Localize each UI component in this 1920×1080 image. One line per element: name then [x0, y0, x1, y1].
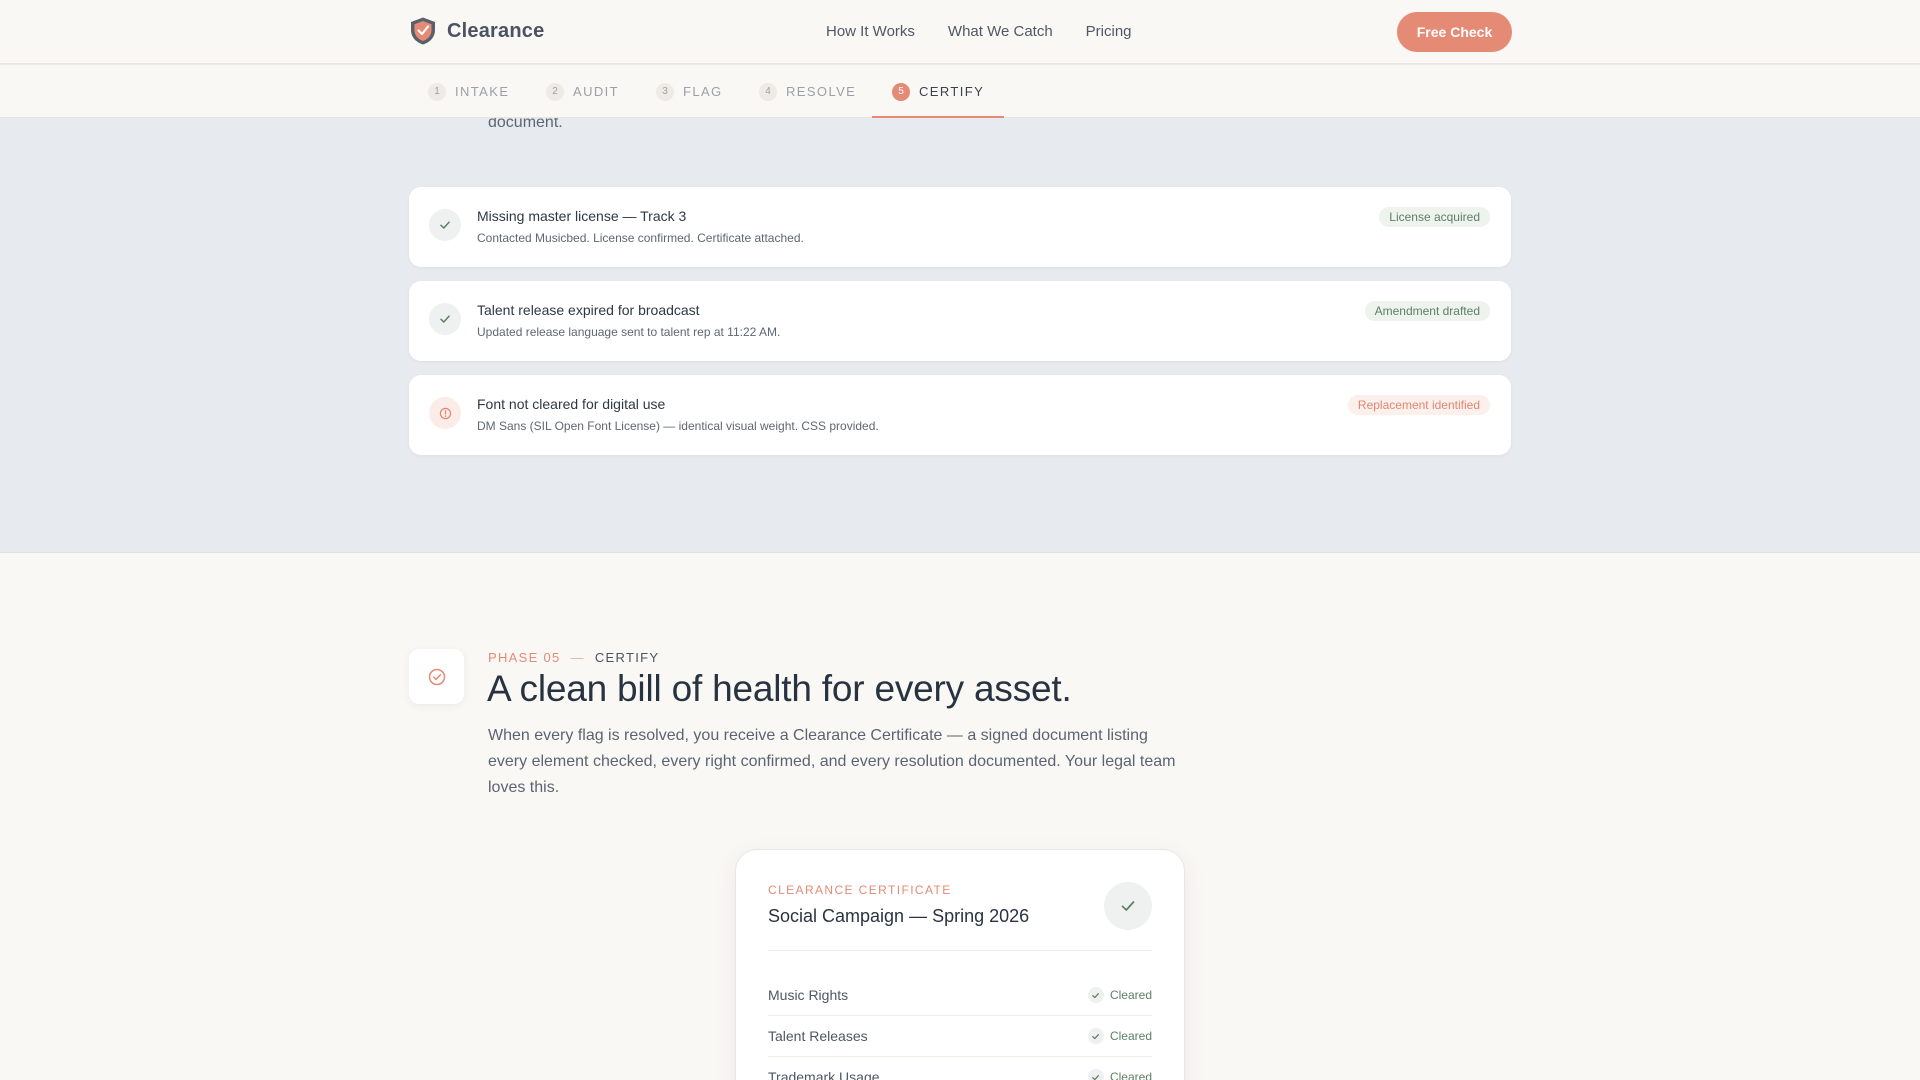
row-label: Talent Releases	[768, 1028, 868, 1044]
flag-card: Talent release expired for broadcast Upd…	[409, 281, 1511, 361]
free-check-button[interactable]: Free Check	[1397, 12, 1512, 52]
row-label: Music Rights	[768, 987, 849, 1003]
row-status: Cleared	[1087, 987, 1152, 1003]
check-circle-icon	[409, 649, 464, 704]
status-badge: Replacement identified	[1347, 395, 1490, 415]
step-label: FLAG	[683, 84, 723, 99]
section-description: When every flag is resolved, you receive…	[488, 727, 1176, 796]
tab-intake[interactable]: 1 INTAKE	[428, 65, 509, 118]
tab-audit[interactable]: 2 AUDIT	[546, 65, 619, 118]
eyebrow-separator: —	[570, 650, 585, 665]
step-label: CERTIFY	[919, 84, 985, 99]
flag-title: Missing master license — Track 3	[477, 208, 687, 224]
flag-card: Font not cleared for digital use DM Sans…	[409, 375, 1511, 455]
check-icon	[1087, 1069, 1104, 1080]
flag-title: Font not cleared for digital use	[477, 396, 666, 412]
certificate-row: Trademark Usage Cleared	[768, 1057, 1152, 1080]
brand-name: Clearance	[447, 19, 545, 42]
step-number: 5	[892, 82, 910, 101]
phase-eyebrow: PHASE 05 — CERTIFY	[488, 650, 659, 665]
nav-pricing[interactable]: Pricing	[1086, 23, 1132, 40]
alert-circle-icon	[429, 397, 461, 429]
nav-how-it-works[interactable]: How It Works	[826, 23, 915, 40]
status-text: Cleared	[1109, 988, 1152, 1002]
check-icon	[1104, 882, 1152, 930]
certificate-title: Social Campaign — Spring 2026	[768, 906, 1030, 926]
clearance-certificate-card: CLEARANCE CERTIFICATE Social Campaign — …	[735, 849, 1185, 1080]
status-text: Cleared	[1109, 1070, 1152, 1080]
step-label: RESOLVE	[786, 84, 857, 99]
flag-description: DM Sans (SIL Open Font License) — identi…	[477, 419, 879, 433]
certificate-divider	[768, 950, 1152, 951]
status-text: Cleared	[1109, 1029, 1152, 1043]
step-number: 1	[428, 82, 446, 101]
shield-logo-icon	[411, 17, 435, 45]
row-status: Cleared	[1087, 1028, 1152, 1044]
flag-description: Contacted Musicbed. License confirmed. C…	[477, 231, 804, 245]
row-status: Cleared	[1087, 1069, 1152, 1080]
section-headline: A clean bill of health for every asset.	[487, 668, 1072, 709]
step-label: AUDIT	[573, 84, 619, 99]
step-number: 3	[656, 82, 674, 101]
tab-resolve[interactable]: 4 RESOLVE	[759, 65, 856, 118]
phase-number: PHASE 05	[488, 650, 561, 665]
main-nav: How It Works What We Catch Pricing	[826, 23, 1132, 40]
check-icon	[429, 209, 461, 241]
flag-title: Talent release expired for broadcast	[477, 302, 700, 318]
certificate-label: CLEARANCE CERTIFICATE	[768, 883, 952, 897]
certificate-row: Music Rights Cleared	[768, 975, 1152, 1016]
top-navigation: Clearance How It Works What We Catch Pri…	[0, 0, 1920, 64]
phase-name: CERTIFY	[594, 650, 660, 665]
check-icon	[1087, 1028, 1104, 1044]
status-badge: License acquired	[1379, 207, 1490, 227]
phase-tabs: 1 INTAKE 2 AUDIT 3 FLAG 4 RESOLVE 5 CERT…	[0, 65, 1920, 118]
step-number: 4	[759, 82, 777, 101]
step-number: 2	[546, 82, 564, 101]
flag-card: Missing master license — Track 3 Contact…	[409, 187, 1511, 267]
tab-flag[interactable]: 3 FLAG	[656, 65, 723, 118]
nav-what-we-catch[interactable]: What We Catch	[948, 23, 1053, 40]
check-icon	[1087, 987, 1104, 1003]
brand-logo-link[interactable]: Clearance	[409, 16, 544, 46]
status-badge: Amendment drafted	[1364, 301, 1490, 321]
flag-description: Updated release language sent to talent …	[477, 325, 781, 339]
tab-certify[interactable]: 5 CERTIFY	[871, 65, 1005, 118]
step-label: INTAKE	[455, 84, 510, 99]
certificate-row: Talent Releases Cleared	[768, 1016, 1152, 1057]
row-label: Trademark Usage	[768, 1069, 880, 1080]
check-icon	[429, 303, 461, 335]
